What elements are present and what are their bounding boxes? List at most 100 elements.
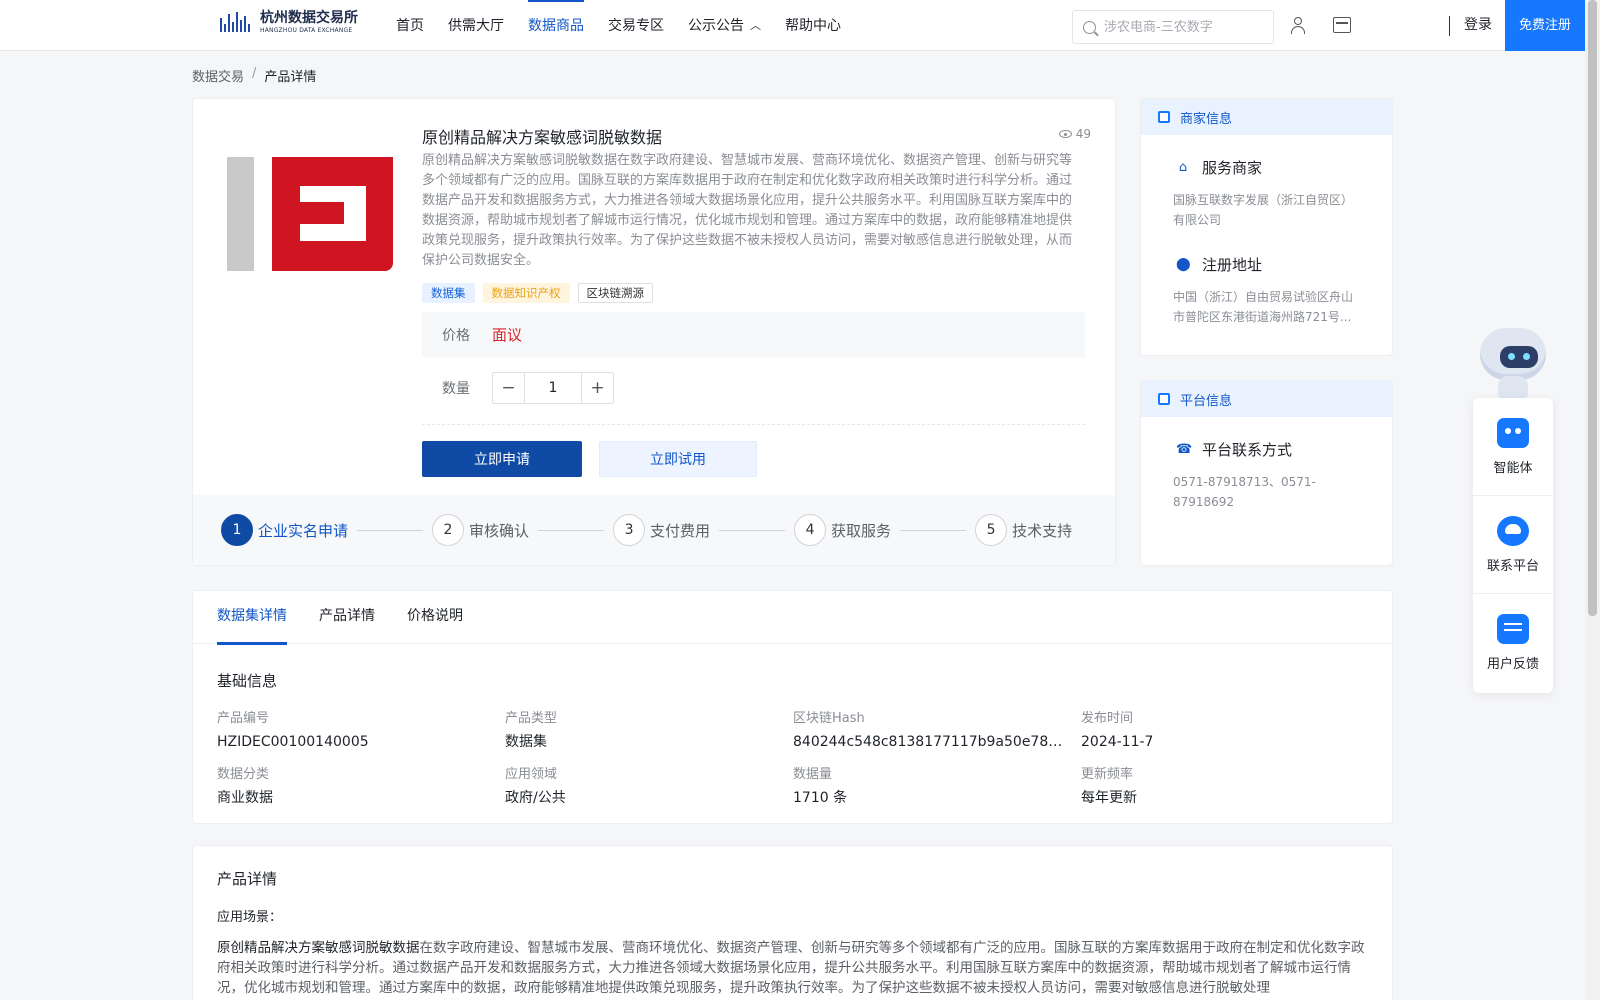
step-number: 3 <box>613 514 646 546</box>
dashed-divider <box>422 424 1085 425</box>
step-label: 企业实名申请 <box>258 521 349 540</box>
tag-ip: 数据知识产权 <box>482 283 570 303</box>
breadcrumb-root[interactable]: 数据交易 <box>192 66 244 85</box>
view-count: 49 <box>1058 127 1091 141</box>
tag-blockchain: 区块链溯源 <box>577 283 653 303</box>
tag-dataset: 数据集 <box>422 283 475 303</box>
page-scrollbar[interactable] <box>1585 0 1600 1000</box>
tab-dataset-detail[interactable]: 数据集详情 <box>217 591 287 645</box>
merchant-info-header: 商家信息 <box>1141 99 1392 135</box>
step-number: 5 <box>975 514 1008 546</box>
logo-title: 杭州数据交易所 <box>260 9 358 26</box>
info-field-publish-date: 发布时间 2024-11-7 <box>1081 710 1367 752</box>
quantity-input[interactable]: 1 <box>524 373 582 403</box>
info-field-product-type: 产品类型 数据集 <box>505 710 793 752</box>
info-field-blockchain-hash: 区块链Hash 840244c548c8138177117b9a50e783645… <box>793 710 1081 752</box>
process-steps: 1 企业实名申请 2 审核确认 3 支付费用 4 获取服务 5 技术支持 <box>193 495 1115 565</box>
registered-address-title: ⬤ 注册地址 <box>1141 254 1392 275</box>
home-icon: ⌂ <box>1178 159 1188 175</box>
info-icon <box>1158 393 1170 405</box>
step-connector <box>357 529 424 531</box>
nav-home[interactable]: 首页 <box>396 0 424 51</box>
quantity-stepper: − 1 + <box>492 372 614 404</box>
step-number: 4 <box>794 514 827 546</box>
basic-info-title: 基础信息 <box>217 672 278 690</box>
info-value: 商业数据 <box>217 790 273 806</box>
quantity-row: 数量 − 1 + <box>422 372 614 404</box>
main-nav: 首页 供需大厅 数据商品 交易专区 公示公告 ︿ 帮助中心 <box>396 0 865 51</box>
registered-address-label: 注册地址 <box>1202 256 1263 274</box>
info-value: 1710 条 <box>793 790 848 806</box>
breadcrumb-separator: / <box>252 66 257 81</box>
info-field-data-category: 数据分类 商业数据 <box>217 766 505 808</box>
product-detail-title: 产品详情 <box>217 870 278 888</box>
floating-service-panel: 智能体 联系平台 用户反馈 <box>1473 398 1553 693</box>
nav-help-center[interactable]: 帮助中心 <box>785 0 841 51</box>
decrement-button[interactable]: − <box>493 373 524 403</box>
float-feedback-button[interactable]: 用户反馈 <box>1473 594 1553 692</box>
register-button[interactable]: 免费注册 <box>1505 0 1585 51</box>
nav-data-products[interactable]: 数据商品 <box>528 0 584 51</box>
search-box[interactable] <box>1072 10 1274 44</box>
step-label: 审核确认 <box>469 521 530 540</box>
apply-now-button[interactable]: 立即申请 <box>422 441 582 477</box>
step-label: 获取服务 <box>831 521 892 540</box>
shop-icon[interactable] <box>1333 17 1351 33</box>
info-label: 应用领域 <box>505 767 558 782</box>
info-field-application-field: 应用领域 政府/公共 <box>505 766 793 808</box>
login-link[interactable]: 登录 <box>1464 0 1492 51</box>
service-merchant-value: 国脉互联数字发展（浙江自贸区）有限公司 <box>1173 193 1354 227</box>
site-logo[interactable]: 杭州数据交易所 HANGZHOU DATA EXCHANGE <box>220 10 358 34</box>
tab-price-info[interactable]: 价格说明 <box>407 591 463 644</box>
merchant-info-title: 商家信息 <box>1180 111 1233 127</box>
info-label: 更新频率 <box>1081 767 1134 782</box>
platform-contact-title: ☎ 平台联系方式 <box>1141 439 1392 460</box>
robot-mascot-icon[interactable] <box>1474 326 1550 398</box>
search-input[interactable] <box>1104 19 1264 35</box>
search-icon[interactable] <box>1083 20 1096 34</box>
tab-product-detail[interactable]: 产品详情 <box>319 591 375 644</box>
float-contact-button[interactable]: 联系平台 <box>1473 496 1553 594</box>
nav-announcements[interactable]: 公示公告 ︿ <box>688 0 761 51</box>
step-connector <box>719 529 786 531</box>
increment-button[interactable]: + <box>582 373 613 403</box>
info-value: HZIDEC00100140005 <box>217 734 369 750</box>
basic-info-grid: 产品编号 HZIDEC00100140005 产品类型 数据集 区块链Hash 840… <box>217 710 1367 808</box>
application-scenario-label: 应用场景： <box>217 910 283 925</box>
header-divider <box>1449 16 1450 36</box>
info-value: 每年更新 <box>1081 790 1137 806</box>
merchant-info-card: 商家信息 ⌂ 服务商家 国脉互联数字发展（浙江自贸区）有限公司 ⬤ 注册地址 中国（… <box>1140 98 1393 356</box>
user-icon[interactable] <box>1289 16 1307 34</box>
product-title: 原创精品解决方案敏感词脱敏数据 <box>422 128 663 147</box>
platform-contact-value: 0571-87918713、0571-87918692 <box>1173 475 1316 509</box>
try-now-button[interactable]: 立即试用 <box>599 441 757 477</box>
info-icon <box>1158 111 1170 123</box>
feedback-icon <box>1497 614 1529 644</box>
step-4: 4 获取服务 <box>794 514 891 546</box>
product-tags: 数据集 数据知识产权 区块链溯源 <box>422 283 661 303</box>
info-field-product-id: 产品编号 HZIDEC00100140005 <box>217 710 505 752</box>
nav-supply-demand[interactable]: 供需大厅 <box>448 0 504 51</box>
info-label: 区块链Hash <box>793 711 865 726</box>
service-merchant-label: 服务商家 <box>1202 159 1263 177</box>
info-value: 2024-11-7 <box>1081 734 1154 750</box>
nav-trading-zone[interactable]: 交易专区 <box>608 0 664 51</box>
info-label: 数据量 <box>793 767 833 782</box>
breadcrumb-current: 产品详情 <box>264 70 317 85</box>
step-number: 1 <box>221 514 253 546</box>
platform-info-card: 平台信息 ☎ 平台联系方式 0571-87918713、0571-87918692 <box>1140 380 1393 566</box>
quantity-label: 数量 <box>442 381 470 397</box>
float-agent-button[interactable]: 智能体 <box>1473 398 1553 496</box>
price-value: 面议 <box>492 326 523 344</box>
scrollbar-thumb[interactable] <box>1588 0 1597 616</box>
info-field-data-volume: 数据量 1710 条 <box>793 766 1081 808</box>
product-detail-text: 原创精品解决方案敏感词脱敏数据在数字政府建设、智慧城市发展、营商环境优化、数据资… <box>217 938 1369 998</box>
product-detail-card: 产品详情 应用场景： 原创精品解决方案敏感词脱敏数据在数字政府建设、智慧城市发展… <box>192 845 1393 1000</box>
phone-icon: ☎ <box>1176 441 1193 457</box>
step-label: 技术支持 <box>1012 521 1073 540</box>
step-connector <box>900 529 967 531</box>
info-value: 840244c548c8138177117b9a50e78364527... <box>793 734 1071 750</box>
info-field-update-frequency: 更新频率 每年更新 <box>1081 766 1367 808</box>
bot-icon <box>1497 417 1529 448</box>
info-label: 数据分类 <box>217 767 270 782</box>
